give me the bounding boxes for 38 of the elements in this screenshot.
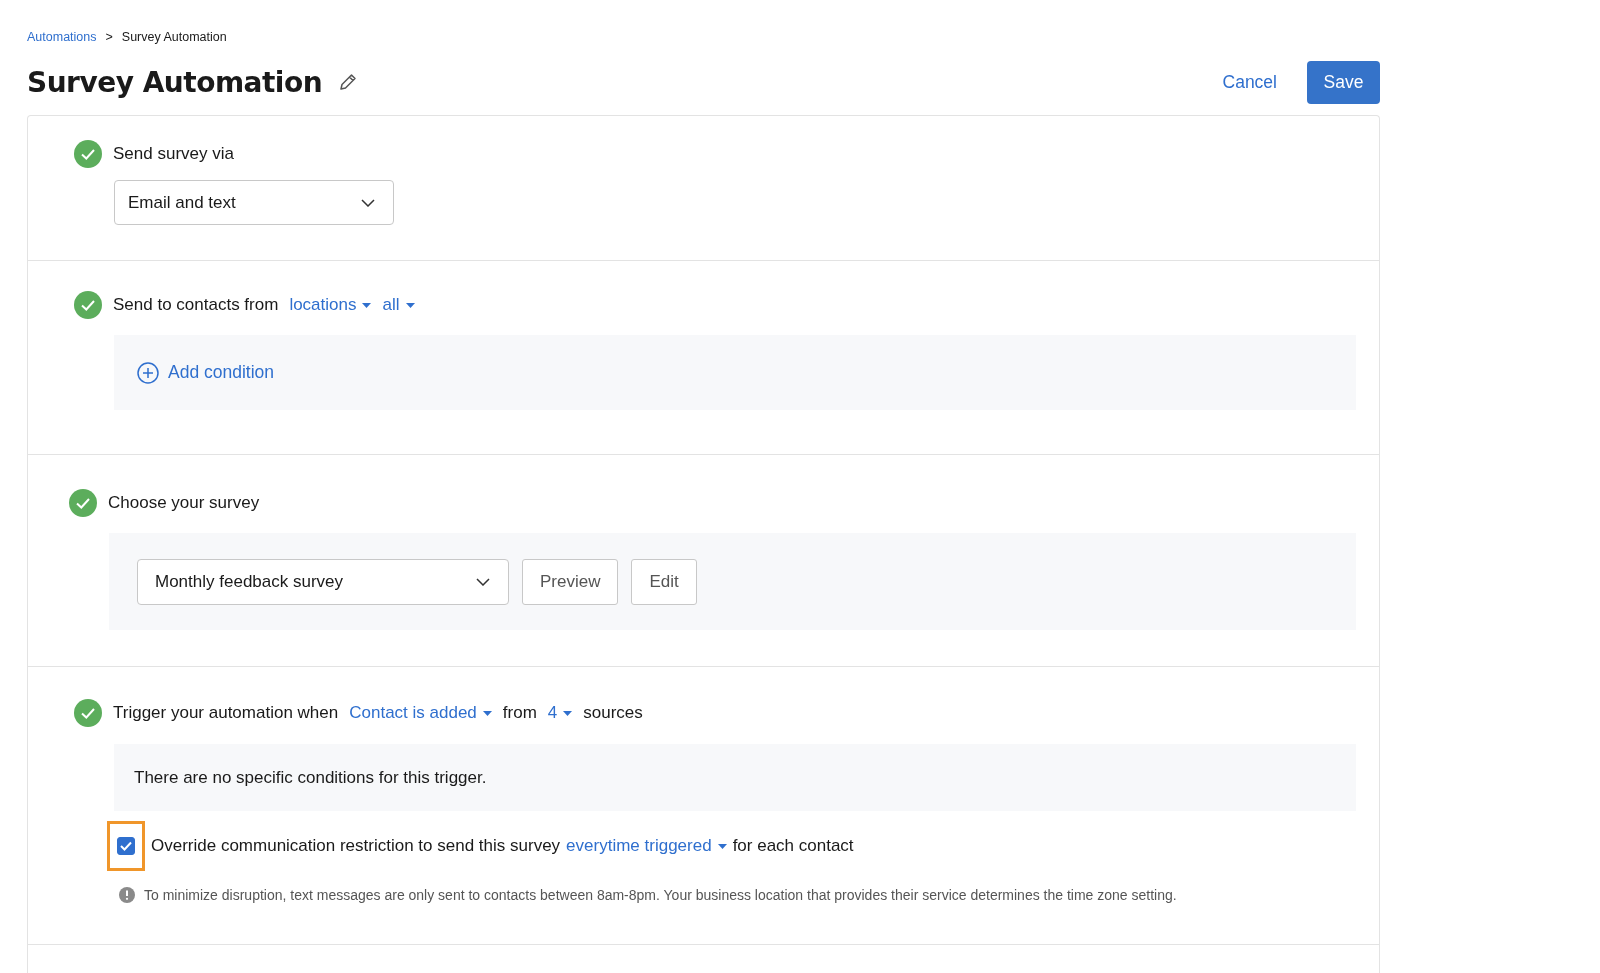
- trigger-message: There are no specific conditions for this trigger.: [134, 767, 487, 788]
- caret-icon: [563, 710, 573, 716]
- step-label: Send to contacts from: [113, 295, 279, 315]
- inline-dropdown[interactable]: Contact is added: [349, 703, 492, 723]
- breadcrumb-separator: >: [105, 30, 113, 44]
- info-note: To minimize disruption, text messages are only sent to contacts between 8am-8pm. Your business location that provides their service determines the time zone setting.: [144, 887, 1177, 903]
- step-label: Choose your survey: [108, 493, 260, 513]
- override-label: for each contact: [732, 836, 854, 856]
- inline-dropdown[interactable]: everytime triggered: [566, 836, 727, 856]
- step-label: Trigger your automation when: [113, 703, 339, 723]
- outline-button[interactable]: Edit: [631, 558, 697, 605]
- inline-dropdown[interactable]: all: [382, 295, 415, 315]
- step-label: sources: [583, 703, 643, 723]
- cancel-button[interactable]: Cancel: [1222, 71, 1277, 93]
- breadcrumb-link[interactable]: Automations: [27, 30, 97, 44]
- add-condition-button[interactable]: Add condition: [137, 361, 275, 384]
- select-field[interactable]: Monthly feedback survey: [137, 558, 509, 605]
- inline-dropdown[interactable]: 4: [547, 703, 573, 723]
- chevron-down-icon: [361, 198, 375, 207]
- caret-icon: [405, 302, 415, 308]
- caret-icon: [717, 843, 727, 849]
- checkmark-icon: [120, 841, 132, 851]
- caret-icon: [482, 710, 492, 716]
- select-field[interactable]: Email and text: [114, 180, 394, 225]
- edit-icon[interactable]: [338, 72, 359, 92]
- inline-dropdown[interactable]: locations: [289, 295, 372, 315]
- step-label: from: [502, 703, 537, 723]
- override-label: Override communication restriction to send this survey: [151, 836, 561, 856]
- chevron-down-icon: [476, 577, 490, 586]
- highlighted-checkbox[interactable]: [107, 821, 145, 871]
- breadcrumb-current: Survey Automation: [121, 30, 227, 44]
- outline-button[interactable]: Preview: [522, 558, 619, 605]
- page-title: Survey Automation: [27, 65, 323, 99]
- caret-icon: [362, 302, 372, 308]
- info-icon: [119, 887, 135, 903]
- save-button[interactable]: Save: [1307, 60, 1380, 104]
- step-label: Send survey via: [113, 144, 234, 164]
- plus-circle-icon: [137, 361, 159, 384]
